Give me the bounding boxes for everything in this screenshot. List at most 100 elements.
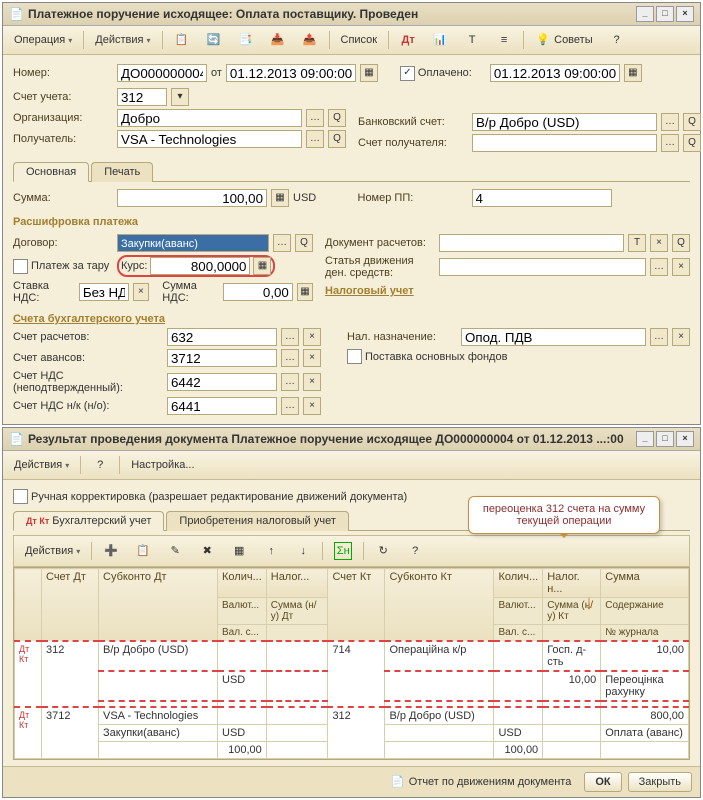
maximize-button[interactable]: □ bbox=[656, 431, 674, 447]
accavans-input[interactable] bbox=[167, 349, 277, 367]
col-qty[interactable]: Колич... bbox=[218, 569, 267, 598]
col-vals[interactable]: Вал. с... bbox=[218, 625, 267, 642]
sum-input[interactable] bbox=[117, 189, 267, 207]
minimize-button[interactable]: _ bbox=[636, 431, 654, 447]
refresh-icon[interactable]: ↻ bbox=[368, 540, 398, 562]
date-input[interactable] bbox=[226, 64, 356, 82]
operation-menu[interactable]: Операция▾ bbox=[7, 31, 79, 49]
org-input[interactable] bbox=[117, 109, 302, 127]
open-icon[interactable]: Q bbox=[672, 234, 690, 252]
rate-input[interactable] bbox=[150, 257, 250, 275]
col-content[interactable]: Содержание bbox=[601, 598, 689, 625]
col-vals[interactable]: Вал. с... bbox=[494, 625, 543, 642]
account-input[interactable] bbox=[117, 88, 167, 106]
copy-icon[interactable]: 📋 bbox=[128, 540, 158, 562]
report-button[interactable]: 📄Отчет по движениям документа bbox=[383, 771, 579, 793]
recipacc-input[interactable] bbox=[472, 134, 657, 152]
edit-icon[interactable]: ✎ bbox=[160, 540, 190, 562]
calc-icon[interactable]: ▦ bbox=[253, 257, 271, 275]
clear-icon[interactable]: × bbox=[133, 283, 149, 301]
help-icon[interactable]: ? bbox=[400, 540, 430, 562]
movart-input[interactable] bbox=[439, 258, 646, 276]
select-icon[interactable]: … bbox=[281, 349, 299, 367]
tool-icon[interactable]: T bbox=[457, 29, 487, 51]
tool-icon[interactable]: ≡ bbox=[489, 29, 519, 51]
recipient-input[interactable] bbox=[117, 130, 302, 148]
col-cur[interactable]: Валют... bbox=[218, 598, 267, 625]
select-icon[interactable]: … bbox=[650, 258, 668, 276]
calc-icon[interactable]: ▦ bbox=[271, 189, 289, 207]
tab-print[interactable]: Печать bbox=[91, 162, 153, 182]
open-icon[interactable]: Q bbox=[328, 130, 346, 148]
actions-menu[interactable]: Действия▾ bbox=[88, 31, 157, 49]
col-cur[interactable]: Валют... bbox=[494, 598, 543, 625]
select-icon[interactable]: … bbox=[281, 328, 299, 346]
tab-main[interactable]: Основная bbox=[13, 162, 89, 182]
tab-tax[interactable]: Приобретения налоговый учет bbox=[166, 511, 348, 531]
tool-icon[interactable]: ▦ bbox=[224, 540, 254, 562]
help-button[interactable]: ? bbox=[85, 454, 115, 476]
accvat1-input[interactable] bbox=[167, 373, 277, 391]
col-accdt[interactable]: Счет Дт bbox=[42, 569, 99, 642]
supplyfunds-checkbox[interactable]: Поставка основных фондов bbox=[347, 349, 507, 364]
help-button[interactable]: ? bbox=[602, 29, 632, 51]
col-acckt[interactable]: Счет Кт bbox=[328, 569, 385, 642]
open-icon[interactable]: Q bbox=[683, 134, 701, 152]
col-sumdt[interactable]: Сумма (н/у) Дт bbox=[266, 598, 328, 625]
clear-icon[interactable]: × bbox=[672, 258, 690, 276]
accrasch-input[interactable] bbox=[167, 328, 277, 346]
ok-button[interactable]: ОК bbox=[584, 772, 621, 792]
open-icon[interactable]: Q bbox=[328, 109, 346, 127]
add-icon[interactable]: ➕ bbox=[96, 540, 126, 562]
select-icon[interactable]: … bbox=[281, 397, 299, 415]
open-icon[interactable]: Q bbox=[295, 234, 313, 252]
bankacc-input[interactable] bbox=[472, 113, 657, 131]
select-icon[interactable]: … bbox=[661, 134, 679, 152]
select-icon[interactable]: … bbox=[661, 113, 679, 131]
col-sum[interactable]: Сумма bbox=[601, 569, 689, 598]
dropdown-icon[interactable]: ▾ bbox=[171, 88, 189, 106]
actions-menu[interactable]: Действия▾ bbox=[7, 456, 76, 474]
col-qty[interactable]: Колич... bbox=[494, 569, 543, 598]
table-row[interactable]: ДтКт 312 В/р Добро (USD) 714 Операційна … bbox=[15, 641, 689, 671]
clear-icon[interactable]: × bbox=[303, 328, 321, 346]
open-icon[interactable]: Q bbox=[683, 113, 701, 131]
select-icon[interactable]: … bbox=[281, 373, 299, 391]
tool-icon[interactable]: 📤 bbox=[295, 29, 325, 51]
manual-checkbox[interactable]: Ручная корректировка (разрешает редактир… bbox=[13, 489, 407, 504]
calc-icon[interactable]: ▦ bbox=[297, 283, 313, 301]
tips-button[interactable]: 💡Советы bbox=[528, 29, 599, 51]
vatrate-input[interactable] bbox=[79, 283, 129, 301]
paid-date-input[interactable] bbox=[490, 64, 620, 82]
close-button[interactable]: Закрыть bbox=[628, 772, 692, 792]
list-button[interactable]: Список bbox=[334, 31, 385, 49]
clear-icon[interactable]: × bbox=[303, 397, 321, 415]
taxdest-input[interactable] bbox=[461, 328, 646, 346]
delete-icon[interactable]: ✖ bbox=[192, 540, 222, 562]
select-icon[interactable]: … bbox=[650, 328, 668, 346]
sum-icon[interactable]: Σн bbox=[327, 539, 359, 563]
close-button[interactable]: × bbox=[676, 6, 694, 22]
select-icon[interactable]: … bbox=[273, 234, 291, 252]
dtkt-icon[interactable]: Дт bbox=[393, 29, 423, 51]
col-tax[interactable]: Налог... bbox=[266, 569, 328, 598]
select-icon[interactable]: … bbox=[306, 109, 324, 127]
tool-icon[interactable]: 🔄 bbox=[199, 29, 229, 51]
ppnum-input[interactable] bbox=[472, 189, 612, 207]
close-button[interactable]: × bbox=[676, 431, 694, 447]
tab-accounting[interactable]: Дт Кт Бухгалтерский учет bbox=[13, 511, 164, 531]
tool-icon[interactable]: 📋 bbox=[167, 29, 197, 51]
table-row[interactable]: ДтКт 3712 VSA - Technologies 312 В/р Доб… bbox=[15, 707, 689, 725]
select-icon[interactable]: … bbox=[306, 130, 324, 148]
vatsum-input[interactable] bbox=[223, 283, 293, 301]
col-jrn[interactable]: № журнала bbox=[601, 625, 689, 642]
type-icon[interactable]: T bbox=[628, 234, 646, 252]
clear-icon[interactable]: × bbox=[672, 328, 690, 346]
number-input[interactable] bbox=[117, 64, 207, 82]
actions-menu[interactable]: Действия▾ bbox=[18, 542, 87, 560]
up-icon[interactable]: ↑ bbox=[256, 540, 286, 562]
tool-icon[interactable]: 📊 bbox=[425, 29, 455, 51]
down-icon[interactable]: ↓ bbox=[288, 540, 318, 562]
accvat2-input[interactable] bbox=[167, 397, 277, 415]
settings-button[interactable]: Настройка... bbox=[124, 456, 201, 474]
